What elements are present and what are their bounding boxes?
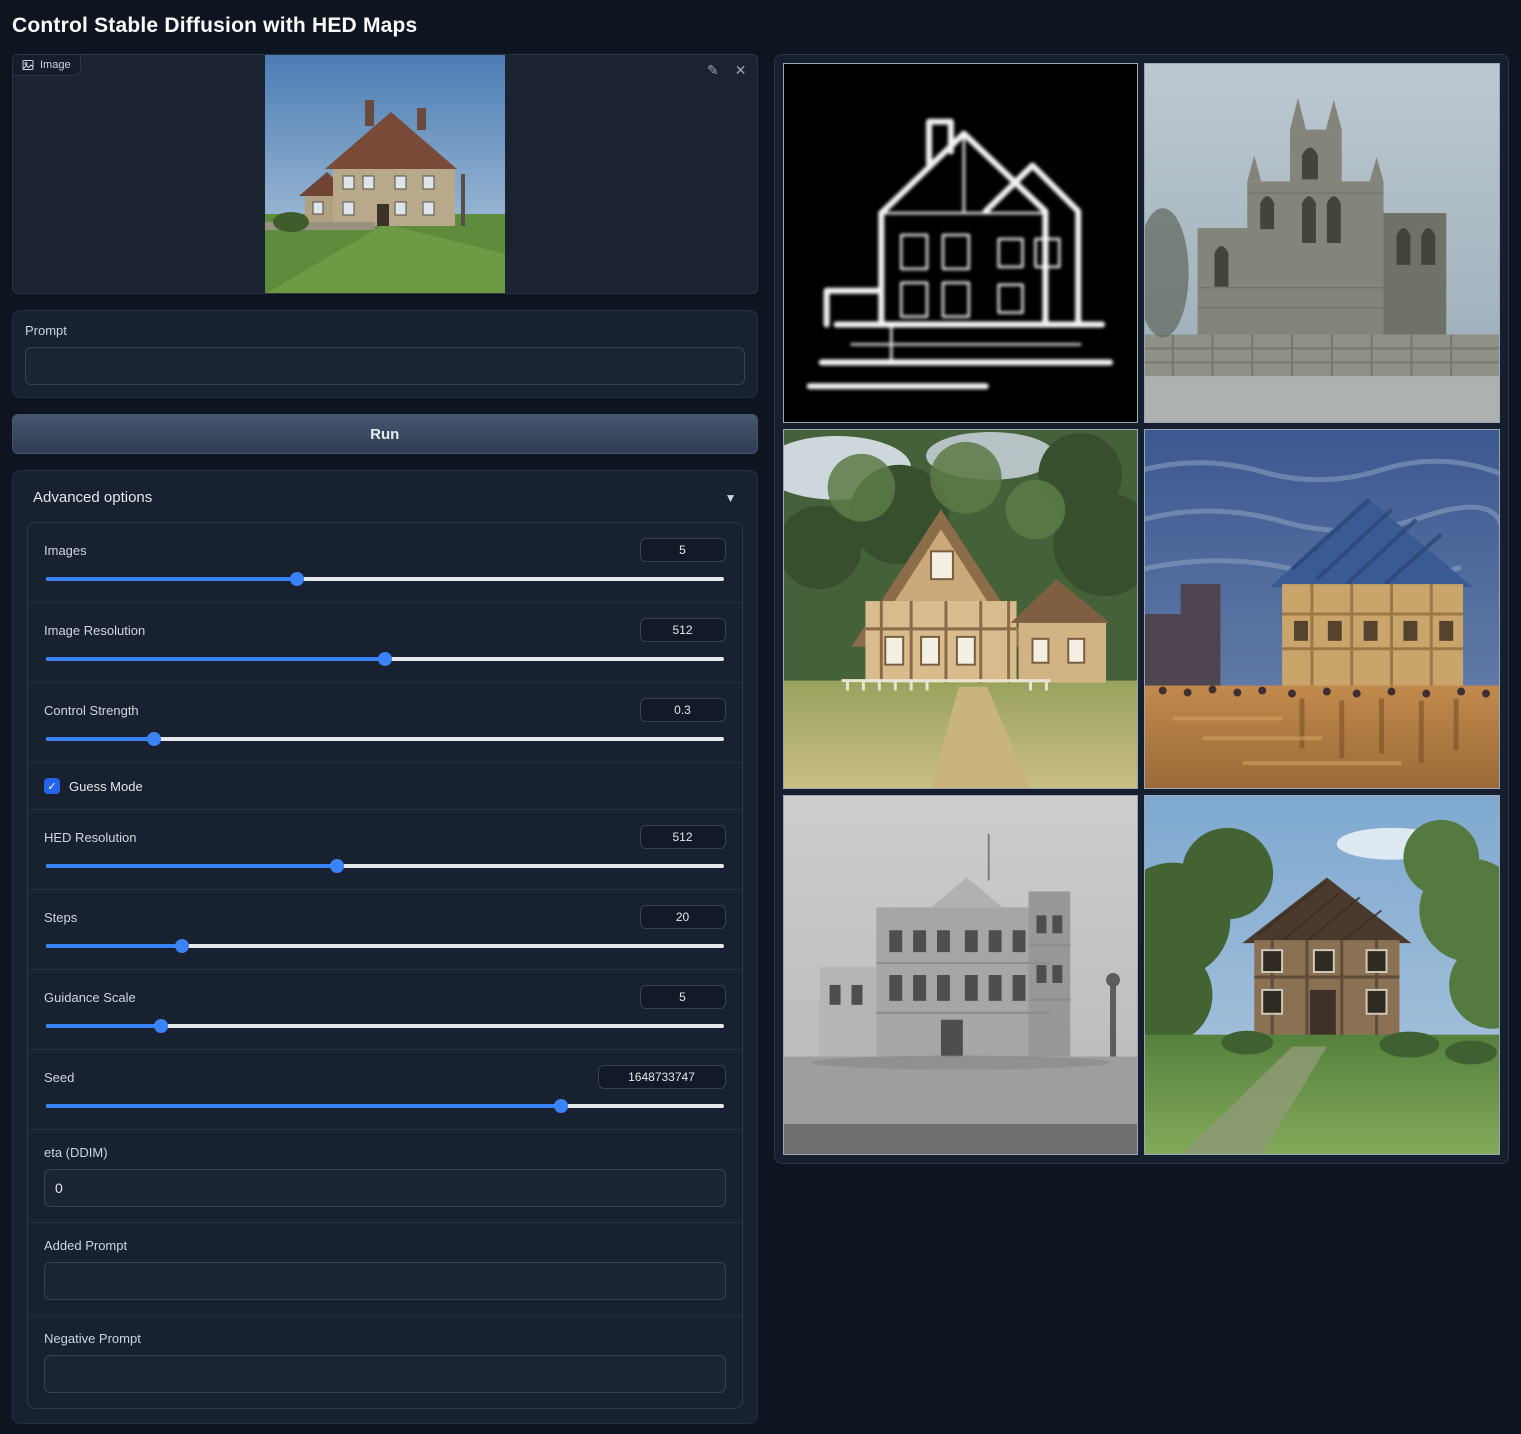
prompt-input[interactable] — [25, 347, 745, 385]
guess-mode-checkbox[interactable]: ✓ — [44, 778, 60, 794]
guess-mode-row[interactable]: ✓ Guess Mode — [28, 763, 742, 810]
added-prompt-label: Added Prompt — [44, 1238, 726, 1253]
gallery-item-bw-building[interactable] — [783, 795, 1139, 1155]
image-resolution-slider-thumb[interactable] — [378, 652, 392, 666]
image-resolution-value-input[interactable] — [640, 618, 726, 642]
chevron-down-icon: ▼ — [725, 491, 737, 505]
controls-column: Image ✎ ✕ — [12, 54, 758, 1424]
guidance-scale-slider[interactable] — [46, 1024, 724, 1028]
hed-resolution-slider-thumb[interactable] — [330, 859, 344, 873]
control-strength-label: Control Strength — [44, 703, 139, 718]
hed-resolution-value-input[interactable] — [640, 825, 726, 849]
images-label: Images — [44, 543, 87, 558]
clear-image-icon[interactable]: ✕ — [733, 61, 749, 79]
guidance-scale-value-input[interactable] — [640, 985, 726, 1009]
guidance-scale-label: Guidance Scale — [44, 990, 136, 1005]
eta-row: eta (DDIM) — [28, 1130, 742, 1223]
steps-slider-row: Steps — [28, 890, 742, 970]
gallery-item-hed-map[interactable] — [783, 63, 1139, 423]
output-gallery — [774, 54, 1510, 1164]
seed-slider-row: Seed — [28, 1050, 742, 1130]
gallery-item-cathedral[interactable] — [1144, 63, 1500, 423]
image-icon — [22, 59, 34, 71]
added-prompt-input[interactable] — [44, 1262, 726, 1300]
eta-input[interactable] — [44, 1169, 726, 1207]
image-resolution-label: Image Resolution — [44, 623, 145, 638]
gallery-item-timber-house[interactable] — [1144, 795, 1500, 1155]
hed-resolution-slider-row: HED Resolution — [28, 810, 742, 890]
images-slider-thumb[interactable] — [290, 572, 304, 586]
steps-value-input[interactable] — [640, 905, 726, 929]
uploaded-image[interactable] — [265, 54, 505, 294]
prompt-label: Prompt — [25, 323, 745, 338]
seed-slider[interactable] — [46, 1104, 724, 1108]
advanced-options-header[interactable]: Advanced options ▼ — [27, 485, 743, 522]
images-value-input[interactable] — [640, 538, 726, 562]
run-button[interactable]: Run — [12, 414, 758, 454]
advanced-options-title: Advanced options — [33, 489, 152, 506]
app-root: Control Stable Diffusion with HED Maps I… — [0, 0, 1521, 1434]
gallery-item-painterly-house[interactable] — [1144, 429, 1500, 789]
steps-slider-thumb[interactable] — [175, 939, 189, 953]
negative-prompt-row: Negative Prompt — [28, 1316, 742, 1408]
hed-resolution-label: HED Resolution — [44, 830, 137, 845]
control-strength-value-input[interactable] — [640, 698, 726, 722]
control-strength-slider[interactable] — [46, 737, 724, 741]
gallery-item-house-painting[interactable] — [783, 429, 1139, 789]
steps-slider[interactable] — [46, 944, 724, 948]
advanced-options-box: Images Image Resolution — [27, 522, 743, 1409]
steps-label: Steps — [44, 910, 77, 925]
check-icon: ✓ — [47, 780, 56, 793]
guidance-scale-slider-row: Guidance Scale — [28, 970, 742, 1050]
image-component-label: Image — [13, 55, 81, 76]
images-slider[interactable] — [46, 577, 724, 581]
seed-value-input[interactable] — [598, 1065, 726, 1089]
negative-prompt-input[interactable] — [44, 1355, 726, 1393]
images-slider-row: Images — [28, 523, 742, 603]
prompt-panel: Prompt — [12, 310, 758, 398]
guidance-scale-slider-thumb[interactable] — [154, 1019, 168, 1033]
image-label-text: Image — [40, 59, 71, 71]
eta-label: eta (DDIM) — [44, 1145, 726, 1160]
control-strength-slider-thumb[interactable] — [147, 732, 161, 746]
image-resolution-slider-row: Image Resolution — [28, 603, 742, 683]
image-resolution-slider[interactable] — [46, 657, 724, 661]
advanced-options-panel: Advanced options ▼ Images — [12, 470, 758, 1424]
added-prompt-row: Added Prompt — [28, 1223, 742, 1316]
edit-image-icon[interactable]: ✎ — [705, 61, 721, 79]
hed-resolution-slider[interactable] — [46, 864, 724, 868]
guess-mode-label: Guess Mode — [69, 779, 143, 794]
control-strength-slider-row: Control Strength — [28, 683, 742, 763]
input-image-panel: Image ✎ ✕ — [12, 54, 758, 294]
page-title: Control Stable Diffusion with HED Maps — [12, 14, 1509, 38]
seed-slider-thumb[interactable] — [554, 1099, 568, 1113]
seed-label: Seed — [44, 1070, 74, 1085]
negative-prompt-label: Negative Prompt — [44, 1331, 726, 1346]
